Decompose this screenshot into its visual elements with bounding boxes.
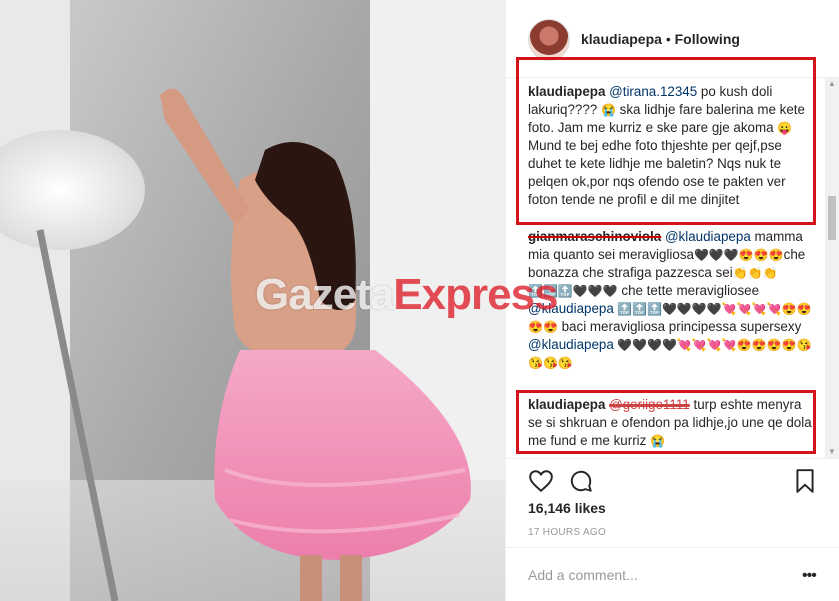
following-button[interactable]: Following (675, 31, 740, 47)
likes-count[interactable]: 16,146 likes (528, 500, 606, 516)
comment-text: Mund te bej edhe foto thjeshte per qejf,… (528, 138, 786, 207)
header-separator: • (665, 31, 671, 47)
watermark-part1: Gazeta (255, 270, 394, 319)
comment-username[interactable]: gianmaraschinoviola (528, 229, 661, 244)
comment-mention[interactable]: @klaudiapepa (528, 337, 614, 352)
comment-emoji: 😭 (650, 434, 665, 448)
heart-icon[interactable] (528, 468, 554, 494)
watermark-part2: Express (393, 270, 558, 319)
post-header: klaudiapepa • Following (506, 0, 839, 78)
scroll-thumb[interactable] (828, 196, 836, 240)
comment-item: klaudiapepa @tirana.12345 po kush doli l… (528, 83, 818, 209)
comment-mention[interactable]: @klaudiapepa (665, 229, 751, 244)
comment-text: baci meravigliosa principessa supersexy (557, 319, 802, 334)
more-options-icon[interactable]: ••• (802, 567, 817, 585)
comment-icon[interactable] (568, 468, 594, 494)
comment-item: klaudiapepa @geriige1111 turp eshte meny… (528, 396, 818, 450)
avatar[interactable] (528, 19, 570, 61)
comments-scrollbar[interactable]: ▲ ▼ (825, 78, 839, 458)
add-comment-input[interactable]: Add a comment... (528, 567, 638, 583)
comment-emoji: 😭 (600, 103, 616, 117)
comment-mention[interactable]: @tirana.12345 (609, 84, 697, 99)
bookmark-icon[interactable] (792, 468, 818, 494)
watermark: GazetaExpress (255, 270, 559, 320)
scroll-up-arrow-icon[interactable]: ▲ (827, 80, 837, 88)
comment-item: gianmaraschinoviola @klaudiapepa mamma m… (528, 228, 818, 372)
comment-emoji: 🖤🖤🖤😍😍😍 (693, 248, 784, 262)
add-comment-section: Add a comment... ••• (506, 547, 839, 601)
header-username[interactable]: klaudiapepa (581, 31, 662, 47)
comment-emoji: 😛 (777, 121, 793, 135)
comments-list: klaudiapepa @tirana.12345 po kush doli l… (506, 78, 826, 458)
comment-mention[interactable]: @geriige1111 (609, 397, 690, 412)
scroll-down-arrow-icon[interactable]: ▼ (827, 448, 837, 456)
comment-username[interactable]: klaudiapepa (528, 397, 605, 412)
post-timestamp[interactable]: 17 HOURS AGO (528, 527, 606, 538)
comment-username[interactable]: klaudiapepa (528, 84, 605, 99)
action-bar (506, 458, 839, 498)
comment-text: che tette meravigliosee (617, 283, 760, 298)
header-text: klaudiapepa • Following (581, 31, 740, 47)
